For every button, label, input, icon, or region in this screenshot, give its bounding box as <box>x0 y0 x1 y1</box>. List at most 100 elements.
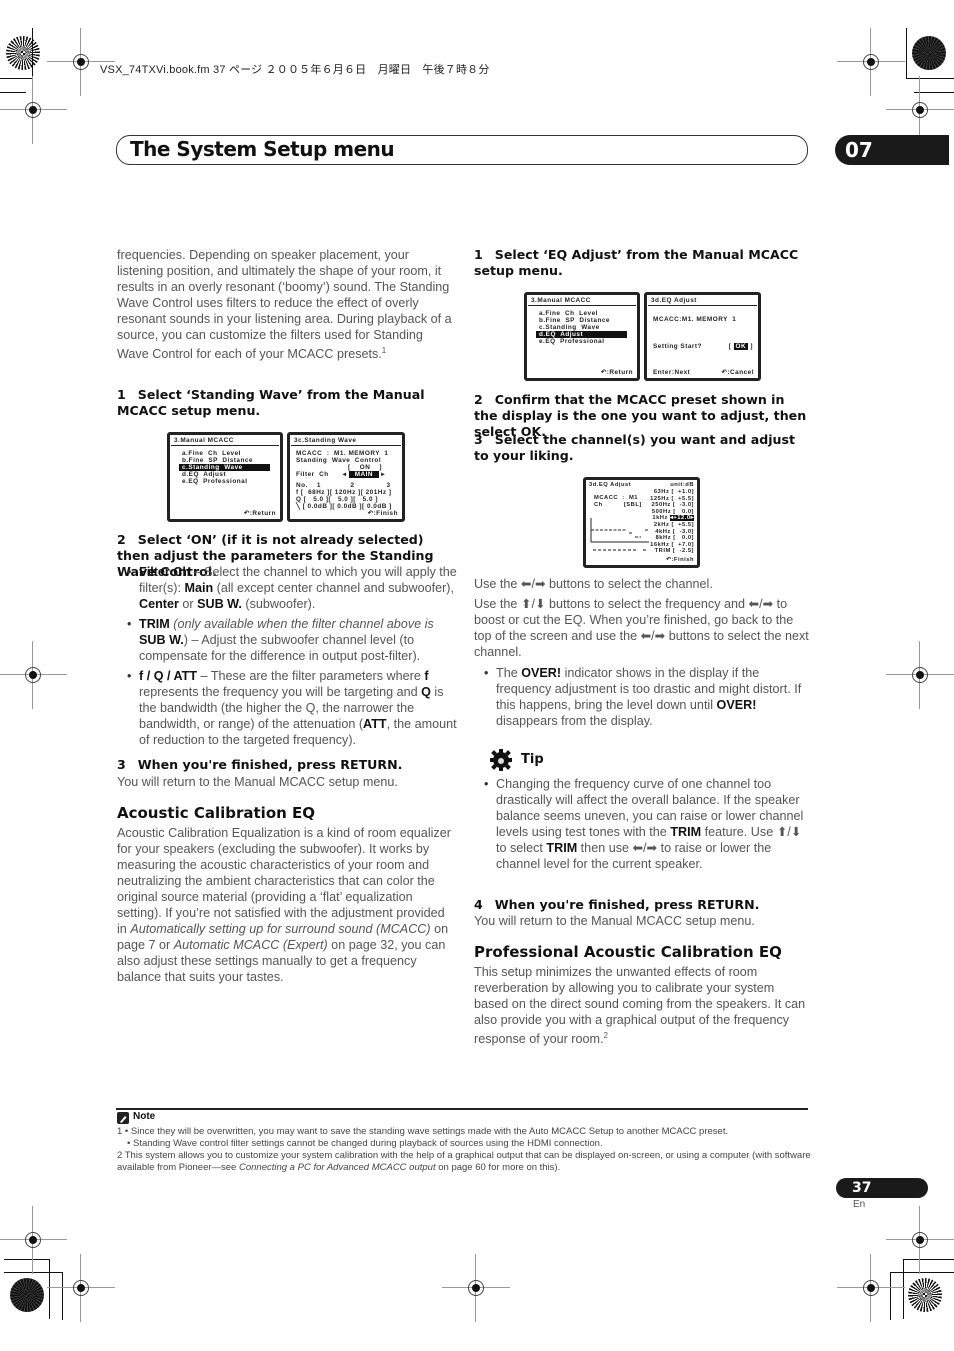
step-4-return: 4 When you're finished, press RETURN. <box>474 897 760 912</box>
osd-menu-item[interactable]: e.EQ Professional <box>179 478 270 485</box>
frequency-select-paragraph: Use the ⬆/⬇ buttons to select the freque… <box>474 597 809 659</box>
crop-mark <box>914 92 954 93</box>
page-number: 37 <box>852 1180 872 1196</box>
osd-menu-item[interactable]: a.Fine Ch Level <box>536 310 627 317</box>
step-3-return: 3 When you're finished, press RETURN. <box>117 757 403 772</box>
osd-eq-band[interactable]: 8kHz [ 0.0] <box>650 535 694 542</box>
osd-cancel-hint: ↶:Cancel <box>721 369 754 376</box>
osd-filter-ch-value: MAIN <box>348 471 380 478</box>
osd-filter-ch-label: Filter Ch <box>296 471 329 478</box>
osd-filter-row[interactable]: ╲ [ 0.0dB ][ 0.0dB ][ 0.0dB ] <box>296 503 402 510</box>
osd-menu-item[interactable]: b.Fine SP Distance <box>179 457 270 464</box>
osd-finish-hint: ↶:Finish <box>367 510 398 517</box>
crop-mark <box>4 1272 62 1273</box>
note-label: Note <box>133 1111 156 1122</box>
osd-unit: unit:dB <box>670 482 694 488</box>
acoustic-calibration-eq-heading: Acoustic Calibration EQ <box>117 804 316 822</box>
tip-bullet: Changing the frequency curve of one chan… <box>474 776 810 876</box>
osd-eq-band[interactable]: 63Hz [ +1.0] <box>650 489 694 496</box>
crop-mark <box>903 1259 904 1319</box>
osd-menu-item[interactable]: a.Fine Ch Level <box>179 450 270 457</box>
osd-mcacc: MCACC : M1 <box>594 495 638 501</box>
crop-mark <box>906 28 907 78</box>
note-pencil-icon <box>117 1112 129 1124</box>
osd-eq-band[interactable]: 500Hz [ 0.0] <box>650 509 694 516</box>
osd-title: 3d.EQ Adjust <box>648 295 757 306</box>
step-3-note: You will return to the Manual MCACC setu… <box>117 775 398 789</box>
osd-filter-row[interactable]: f [ 68Hz ][ 120Hz ][ 201Hz ] <box>296 489 402 496</box>
crop-mark <box>32 28 33 78</box>
osd-menu-item[interactable]: d.EQ Adjust <box>536 331 627 338</box>
page-number-badge: 37 <box>836 1178 928 1198</box>
osd-eq-band[interactable]: 16kHz [ +7.0] <box>650 542 694 549</box>
file-info-header: VSX_74TXVi.book.fm 37 ページ ２００５年６月６日 月曜日 … <box>100 64 490 76</box>
osd-eq-band[interactable]: 250Hz [ -3.0] <box>650 502 694 509</box>
bullet-f-q-att: f / Q / ATT – These are the filter param… <box>127 668 457 748</box>
registration-crosshair-icon <box>47 1254 115 1322</box>
registration-crosshair-icon <box>886 76 954 144</box>
acoustic-calibration-paragraph: Acoustic Calibration Equalization is a k… <box>117 826 451 984</box>
osd-eq-band[interactable]: TRIM [ -2.5] <box>650 548 694 555</box>
cross-reference[interactable]: Automatically setting up for surround so… <box>130 922 430 936</box>
footnote-ref: 1 <box>381 346 387 355</box>
osd-eq-adjust: 3d.EQ Adjust unit:dB MCACC : M1 Ch [SBL]… <box>583 477 700 568</box>
osd-menu-item[interactable]: d.EQ Adjust <box>179 471 270 478</box>
crop-mark <box>0 92 26 93</box>
step-1-eq-adjust: 1 Select ‘EQ Adjust’ from the Manual MCAC… <box>474 247 799 278</box>
osd-menu-item[interactable]: e.EQ Professional <box>536 338 627 345</box>
registration-crosshair-icon <box>0 641 67 709</box>
osd-filter-table-header: No. 1 2 3 <box>296 482 391 489</box>
osd-menu-item[interactable]: c.Standing Wave <box>179 464 270 471</box>
registration-crosshair-icon <box>0 76 67 144</box>
crop-mark <box>62 1272 63 1320</box>
osd-ok-button[interactable]: OK <box>733 343 749 350</box>
footnote-1b: • Standing Wave control filter settings … <box>127 1138 603 1149</box>
registration-starburst-icon <box>10 1278 44 1312</box>
professional-eq-heading: Professional Acoustic Calibration EQ <box>474 943 782 961</box>
registration-crosshair-icon <box>47 28 115 96</box>
osd-return-hint: ↶:Return <box>600 369 633 376</box>
osd-mcacc-memory: MCACC : M1. MEMORY 1 <box>296 450 389 457</box>
registration-starburst-icon <box>908 1278 942 1312</box>
osd-menu-item[interactable]: c.Standing Wave <box>536 324 627 331</box>
osd-filter-row[interactable]: Q [ 5.0 ][ 5.0 ][ 5.0 ] <box>296 496 402 503</box>
filter-bullets: Filter Ch – Select the channel to which … <box>117 564 457 752</box>
chapter-number: 07 <box>845 138 873 162</box>
crop-mark <box>0 78 32 79</box>
tip-lightbulb-icon <box>489 748 513 777</box>
osd-finish-hint: ↶:Finish <box>666 557 694 564</box>
osd-eq-adjust-start: 3d.EQ Adjust MCACC:M1. MEMORY 1 Setting … <box>644 292 761 381</box>
registration-crosshair-icon <box>886 1206 954 1274</box>
step-3-select-channel: 3 Select the channel(s) you want and adju… <box>474 432 796 463</box>
osd-standing-wave-control: Standing Wave Control <box>296 457 382 464</box>
eq-curve-graph <box>590 518 649 551</box>
bullet-filter-ch: Filter Ch – Select the channel to which … <box>127 564 457 612</box>
osd-setting-start: Setting Start? <box>653 343 702 350</box>
cross-reference[interactable]: Automatic MCACC (Expert) <box>174 938 328 952</box>
intro-paragraph: frequencies. Depending on speaker placem… <box>117 248 452 362</box>
osd-eq-band[interactable]: 4kHz [ -3.0] <box>650 529 694 536</box>
notes-divider <box>116 1108 808 1110</box>
osd-title: 3c.Standing Wave <box>291 435 401 446</box>
registration-crosshair-icon <box>0 1206 67 1274</box>
osd-title: 3.Manual MCACC <box>171 435 279 446</box>
osd-return-hint: ↶:Return <box>243 510 276 517</box>
osd-channel[interactable]: Ch [SBL] <box>594 502 642 509</box>
registration-starburst-icon <box>912 36 946 70</box>
osd-eq-band[interactable]: 1kHz ◂+12.0▸ <box>650 515 694 522</box>
cross-reference[interactable]: Connecting a PC for Advanced MCACC outpu… <box>239 1162 436 1173</box>
footnotes: 1 • Since they will be overwritten, you … <box>117 1126 817 1174</box>
bullet-trim: TRIM (only available when the filter cha… <box>127 616 457 664</box>
step-1-standing-wave: 1 Select ‘Standing Wave’ from the Manual … <box>117 387 425 418</box>
osd-menu-item[interactable]: b.Fine SP Distance <box>536 317 627 324</box>
osd-enter-next: Enter:Next <box>653 369 691 376</box>
crop-mark <box>890 1272 891 1320</box>
osd-eq-band[interactable]: 125Hz [ +5.5] <box>650 496 694 503</box>
osd-title: 3.Manual MCACC <box>528 295 636 306</box>
step-4-note: You will return to the Manual MCACC setu… <box>474 914 755 928</box>
osd-manual-mcacc-menu: 3.Manual MCACC a.Fine Ch Level b.Fine SP … <box>167 432 283 522</box>
over-bullet: The OVER! indicator shows in the display… <box>474 665 810 733</box>
crop-mark <box>890 1272 954 1273</box>
registration-crosshair-icon <box>886 641 954 709</box>
osd-eq-band[interactable]: 2kHz [ +5.5] <box>650 522 694 529</box>
